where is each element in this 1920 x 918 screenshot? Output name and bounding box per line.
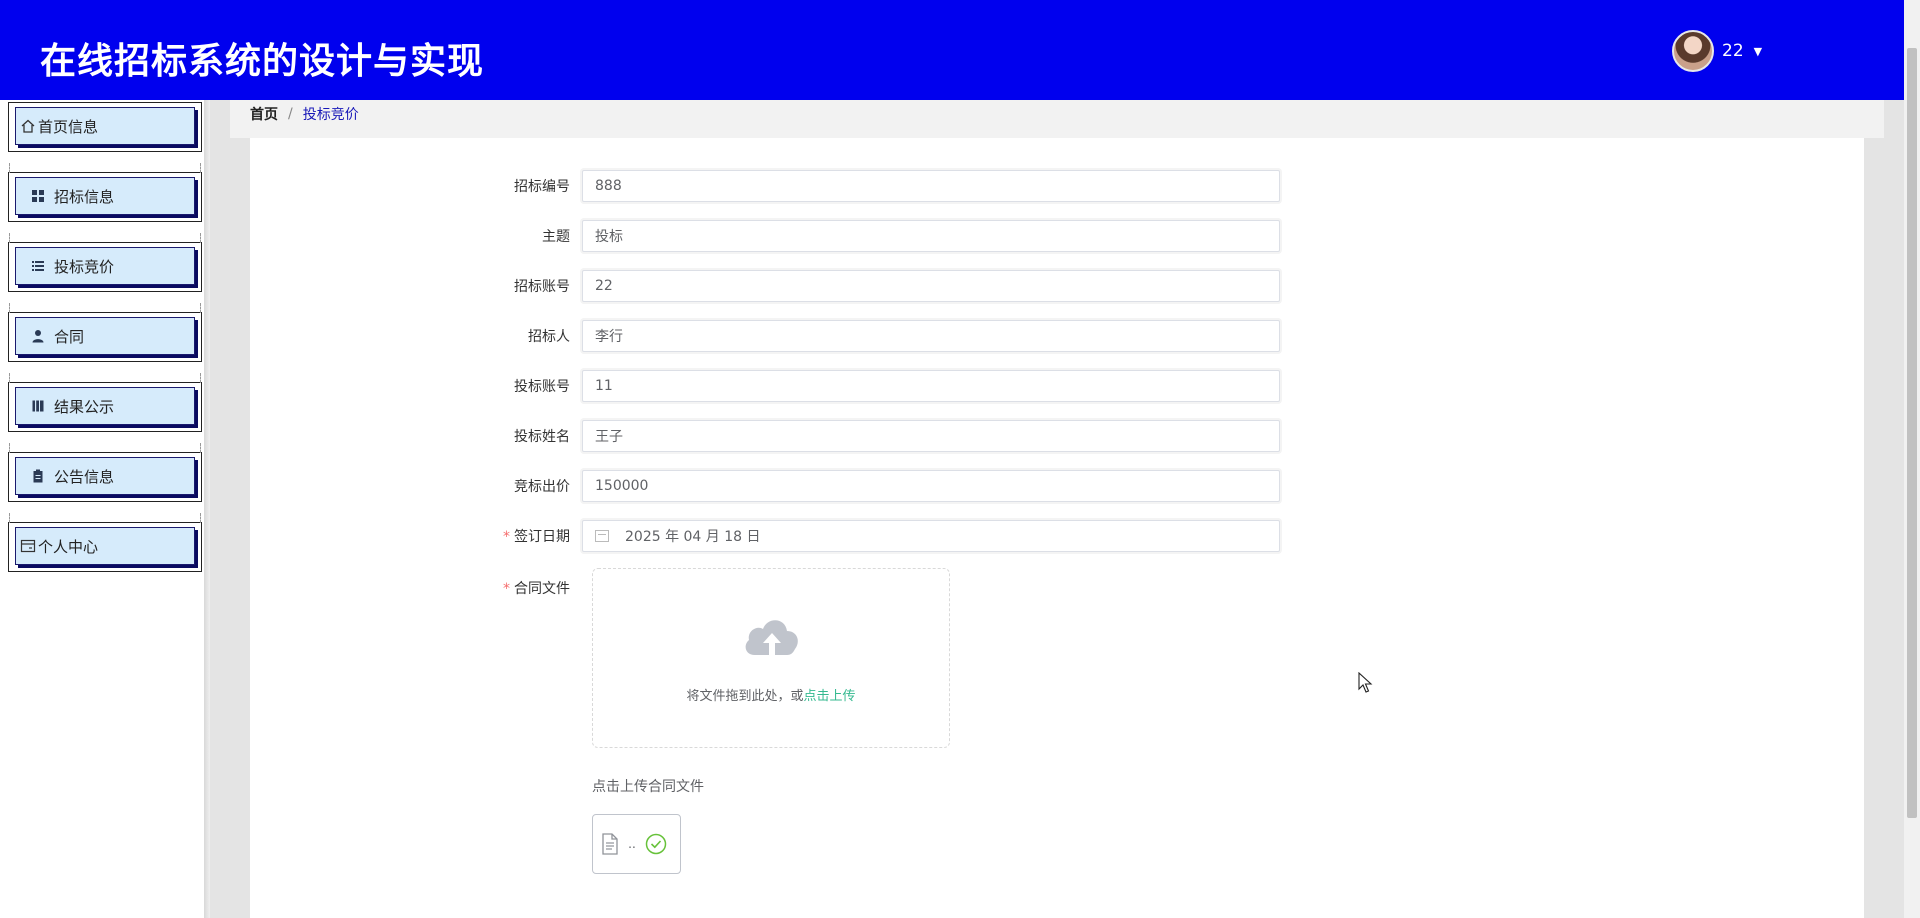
file-upload-dropzone[interactable]: 将文件拖到此处，或点击上传 — [592, 568, 950, 748]
form-row-bidder-name: 投标姓名 王子 — [460, 420, 1280, 452]
grid-icon — [30, 188, 46, 204]
sidebar-button-profile[interactable]: 个人中心 — [15, 527, 195, 565]
document-icon — [602, 833, 618, 855]
sidebar-button-contract[interactable]: 合同 — [15, 317, 195, 355]
form-row-tenderer: 招标人 李行 — [460, 320, 1280, 352]
sidebar-item-notices[interactable]: 公告信息 — [8, 443, 202, 502]
username[interactable]: 22 — [1722, 41, 1744, 61]
breadcrumb: 首页 / 投标竞价 — [250, 104, 359, 124]
tenderer-input[interactable]: 李行 — [582, 320, 1280, 352]
bidder-name-input[interactable]: 王子 — [582, 420, 1280, 452]
clipboard-icon — [30, 468, 46, 484]
field-label: 招标账号 — [514, 279, 570, 295]
book-icon — [30, 398, 46, 414]
form-row-sign-date: * 签订日期 2025 年 04 月 18 日 — [460, 520, 1280, 552]
sidebar-button-tender-info[interactable]: 招标信息 — [15, 177, 195, 215]
mouse-cursor-icon — [1358, 672, 1373, 693]
form-row-subject: 主题 投标 — [460, 220, 1280, 252]
upload-hint: 将文件拖到此处，或点击上传 — [686, 689, 856, 704]
sidebar: 首页信息 招标信息 投标竞价 合同 结果公示 公告信息 个人中心 — [0, 100, 210, 918]
sidebar-item-bidding[interactable]: 投标竞价 — [8, 233, 202, 292]
sidebar-item-contract[interactable]: 合同 — [8, 303, 202, 362]
sidebar-button-home[interactable]: 首页信息 — [15, 107, 195, 145]
field-label: 投标姓名 — [514, 429, 570, 445]
sidebar-button-bidding[interactable]: 投标竞价 — [15, 247, 195, 285]
sidebar-item-label: 结果公示 — [54, 397, 115, 416]
breadcrumb-bar: 首页 / 投标竞价 — [230, 100, 1884, 138]
sidebar-item-label: 合同 — [54, 327, 85, 346]
form-row-contract-file: * 合同文件 — [460, 572, 582, 604]
field-label: 投标账号 — [514, 379, 570, 395]
user-icon — [30, 328, 46, 344]
field-label: 招标编号 — [514, 179, 570, 195]
sidebar-button-notices[interactable]: 公告信息 — [15, 457, 195, 495]
tender-account-input[interactable]: 22 — [582, 270, 1280, 302]
uploaded-file-card[interactable]: .. — [592, 814, 681, 874]
breadcrumb-home[interactable]: 首页 — [250, 104, 278, 124]
field-label: * 合同文件 — [503, 581, 570, 597]
success-check-icon — [645, 833, 667, 855]
home-icon — [20, 118, 36, 134]
bidder-account-input[interactable]: 11 — [582, 370, 1280, 402]
sign-date-picker[interactable]: 2025 年 04 月 18 日 — [582, 520, 1280, 552]
upload-tip: 点击上传合同文件 — [592, 779, 704, 795]
click-upload-link[interactable]: 点击上传 — [804, 689, 856, 704]
sidebar-item-label: 公告信息 — [54, 467, 115, 486]
field-label: * 签订日期 — [503, 529, 570, 545]
caret-down-icon[interactable]: ▼ — [1754, 45, 1762, 58]
scrollbar-thumb[interactable] — [1907, 48, 1917, 818]
app-title: 在线招标系统的设计与实现 — [40, 41, 485, 82]
sidebar-item-home[interactable]: 首页信息 — [8, 102, 202, 152]
form-row-tender-account: 招标账号 22 — [460, 270, 1280, 302]
field-label: 竞标出价 — [514, 479, 570, 495]
avatar[interactable] — [1672, 30, 1714, 72]
sidebar-button-results[interactable]: 结果公示 — [15, 387, 195, 425]
form-row-bid-price: 竞标出价 150000 — [460, 470, 1280, 502]
field-label: 招标人 — [528, 329, 570, 345]
file-name: .. — [628, 837, 636, 851]
subject-input[interactable]: 投标 — [582, 220, 1280, 252]
form-row-bidder-account: 投标账号 11 — [460, 370, 1280, 402]
sidebar-item-label: 招标信息 — [54, 187, 115, 206]
bid-price-input[interactable]: 150000 — [582, 470, 1280, 502]
sidebar-item-results[interactable]: 结果公示 — [8, 373, 202, 432]
field-label: 主题 — [542, 229, 570, 245]
tender-number-input[interactable]: 888 — [582, 170, 1280, 202]
sidebar-item-tender-info[interactable]: 招标信息 — [8, 163, 202, 222]
user-menu[interactable]: 22 ▼ — [1672, 30, 1762, 72]
required-mark: * — [503, 529, 510, 545]
list-icon — [30, 258, 46, 274]
sidebar-item-profile[interactable]: 个人中心 — [8, 513, 202, 572]
required-mark: * — [503, 581, 510, 597]
sidebar-item-label: 投标竞价 — [54, 257, 115, 276]
upload-cloud-icon — [745, 620, 798, 655]
top-header: 在线招标系统的设计与实现 22 ▼ — [0, 0, 1904, 100]
vertical-scrollbar[interactable] — [1904, 0, 1920, 918]
breadcrumb-separator: / — [288, 106, 293, 122]
breadcrumb-current: 投标竞价 — [302, 107, 359, 123]
sign-date-value: 2025 年 04 月 18 日 — [625, 529, 761, 545]
sidebar-item-label: 首页信息 — [38, 117, 99, 136]
sidebar-item-label: 个人中心 — [38, 537, 99, 556]
calendar-icon — [595, 530, 609, 542]
card-icon — [20, 538, 36, 554]
form-row-tender-number: 招标编号 888 — [460, 170, 1280, 202]
